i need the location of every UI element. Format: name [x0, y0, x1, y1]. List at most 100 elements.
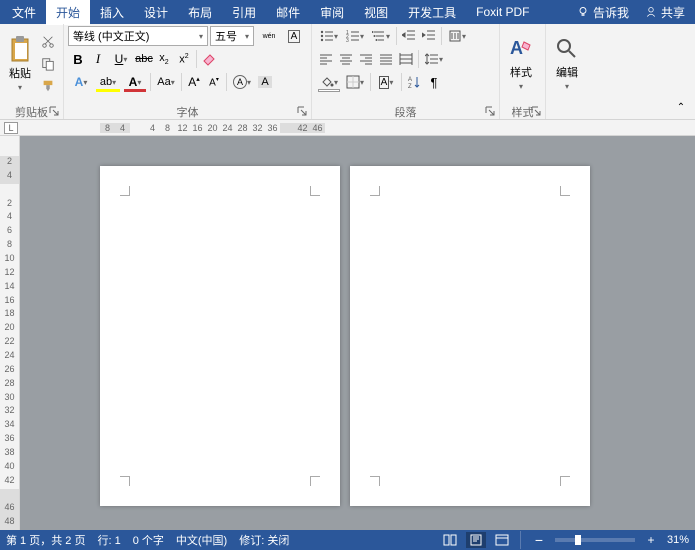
- sort-button[interactable]: AZ: [404, 72, 424, 92]
- zoom-slider[interactable]: [555, 538, 635, 542]
- svg-text:A: A: [510, 38, 523, 58]
- clipboard-launcher[interactable]: [49, 106, 61, 118]
- text-effects-button[interactable]: A▾: [68, 72, 94, 92]
- char-border-button[interactable]: A: [284, 26, 304, 46]
- font-size-combo[interactable]: 五号▾: [210, 26, 254, 46]
- menu-mailings[interactable]: 邮件: [266, 0, 310, 25]
- zoom-in-button[interactable]: +: [641, 532, 661, 548]
- menu-devtools[interactable]: 开发工具: [398, 0, 466, 25]
- ribbon-group-editing: 编辑 ▾: [546, 24, 592, 119]
- ruler-tick: 6: [7, 225, 12, 239]
- change-case-button[interactable]: Aa▾: [153, 72, 179, 92]
- view-read-button[interactable]: [440, 532, 460, 548]
- highlight-button[interactable]: ab▾: [94, 72, 122, 92]
- menu-file[interactable]: 文件: [2, 0, 46, 25]
- text-dir-icon: [448, 29, 462, 43]
- clear-formatting-button[interactable]: [199, 49, 219, 69]
- vertical-ruler[interactable]: 2424681012141618202224262830323436384042…: [0, 136, 20, 530]
- ribbon-group-font: 等线 (中文正文)▾ 五号▾ wén A B I U▾ abc x2 x2 A▾…: [64, 24, 312, 119]
- font-color-button[interactable]: A▾: [122, 72, 148, 92]
- strikethrough-button[interactable]: abc: [134, 49, 154, 69]
- paste-button[interactable]: 粘贴 ▾: [4, 26, 36, 101]
- workspace: 2424681012141618202224262830323436384042…: [0, 136, 695, 530]
- justify-button[interactable]: [376, 49, 396, 69]
- dropdown-icon: ▾: [519, 82, 523, 91]
- ruler-tick: 16: [4, 295, 14, 309]
- shrink-font-button[interactable]: A▾: [204, 72, 224, 92]
- ruler-tick: [280, 123, 295, 133]
- share-button[interactable]: 共享: [637, 4, 693, 21]
- tab-selector[interactable]: L: [4, 122, 18, 134]
- borders-button[interactable]: ▾: [342, 72, 368, 92]
- align-center-button[interactable]: [336, 49, 356, 69]
- cut-button[interactable]: [38, 32, 58, 52]
- font-launcher[interactable]: [297, 106, 309, 118]
- menu-view[interactable]: 视图: [354, 0, 398, 25]
- styles-button[interactable]: A 样式 ▾: [504, 26, 538, 101]
- tell-me-search[interactable]: 告诉我: [569, 4, 637, 21]
- menu-insert[interactable]: 插入: [90, 0, 134, 25]
- bullets-button[interactable]: ▾: [316, 26, 342, 46]
- menu-foxit[interactable]: Foxit PDF: [466, 1, 539, 23]
- find-icon: [554, 36, 580, 62]
- show-marks-button[interactable]: ¶: [424, 72, 444, 92]
- editing-group-label: [546, 103, 592, 119]
- page-1[interactable]: [100, 166, 340, 506]
- crop-mark: [560, 476, 570, 486]
- distribute-button[interactable]: [396, 49, 416, 69]
- decrease-indent-button[interactable]: [399, 26, 419, 46]
- asian-layout-button[interactable]: A▾: [373, 72, 399, 92]
- paragraph-launcher[interactable]: [485, 106, 497, 118]
- numbering-button[interactable]: 123▾: [342, 26, 368, 46]
- status-bar: 第 1 页，共 2 页 行: 1 0 个字 中文(中国) 修订: 关闭 − + …: [0, 530, 695, 550]
- crop-mark: [120, 476, 130, 486]
- text-direction-button[interactable]: ▾: [444, 26, 470, 46]
- enclosed-char-button[interactable]: A▾: [229, 72, 255, 92]
- lightbulb-icon: [577, 6, 589, 18]
- shading-button[interactable]: ▾: [316, 72, 342, 92]
- multilevel-button[interactable]: ▾: [368, 26, 394, 46]
- char-shading-button[interactable]: A: [255, 72, 275, 92]
- status-lang[interactable]: 中文(中国): [176, 532, 227, 548]
- ruler-tick: 20: [205, 123, 220, 133]
- align-right-button[interactable]: [356, 49, 376, 69]
- menu-bar: 文件 开始 插入 设计 布局 引用 邮件 审阅 视图 开发工具 Foxit PD…: [0, 0, 695, 24]
- superscript-button[interactable]: x2: [174, 49, 194, 69]
- increase-indent-button[interactable]: [419, 26, 439, 46]
- menu-review[interactable]: 审阅: [310, 0, 354, 25]
- collapse-ribbon-button[interactable]: ⌃: [671, 97, 691, 117]
- ruler-tick: 18: [4, 308, 14, 322]
- view-web-button[interactable]: [492, 532, 512, 548]
- menu-layout[interactable]: 布局: [178, 0, 222, 25]
- zoom-out-button[interactable]: −: [529, 532, 549, 548]
- bold-button[interactable]: B: [68, 49, 88, 69]
- zoom-level[interactable]: 31%: [667, 534, 689, 546]
- styles-launcher[interactable]: [531, 106, 543, 118]
- italic-button[interactable]: I: [88, 49, 108, 69]
- underline-button[interactable]: U▾: [108, 49, 134, 69]
- align-left-button[interactable]: [316, 49, 336, 69]
- ruler-tick: 40: [4, 461, 14, 475]
- copy-button[interactable]: [38, 54, 58, 74]
- horizontal-ruler[interactable]: L 8448121620242832364246: [0, 120, 695, 136]
- status-line[interactable]: 行: 1: [97, 532, 120, 548]
- phonetic-guide-button[interactable]: wén: [256, 26, 282, 46]
- status-words[interactable]: 0 个字: [133, 532, 164, 548]
- page-2[interactable]: [350, 166, 590, 506]
- format-painter-button[interactable]: [38, 76, 58, 96]
- grow-font-button[interactable]: A▴: [184, 72, 204, 92]
- status-page[interactable]: 第 1 页，共 2 页: [6, 532, 85, 548]
- menu-references[interactable]: 引用: [222, 0, 266, 25]
- distribute-icon: [399, 52, 413, 66]
- subscript-button[interactable]: x2: [154, 49, 174, 69]
- editing-button[interactable]: 编辑 ▾: [550, 26, 584, 101]
- crop-mark: [120, 186, 130, 196]
- line-spacing-button[interactable]: ▾: [421, 49, 447, 69]
- view-print-button[interactable]: [466, 532, 486, 548]
- status-track[interactable]: 修订: 关闭: [239, 532, 289, 548]
- font-name-combo[interactable]: 等线 (中文正文)▾: [68, 26, 208, 46]
- document-area[interactable]: [20, 136, 695, 530]
- menu-design[interactable]: 设计: [134, 0, 178, 25]
- menu-home[interactable]: 开始: [46, 0, 90, 25]
- zoom-thumb[interactable]: [575, 535, 581, 545]
